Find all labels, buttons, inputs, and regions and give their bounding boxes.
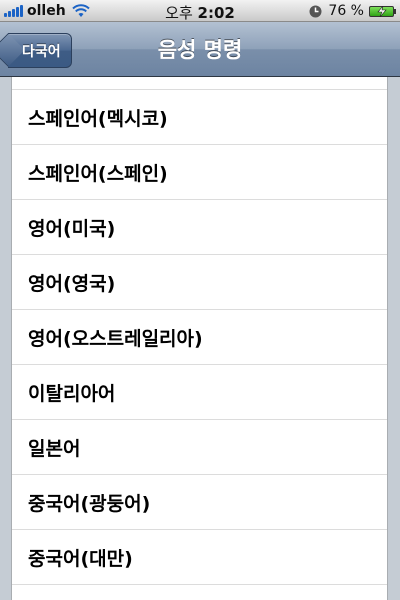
list-item[interactable]: 일본어 xyxy=(12,420,387,475)
status-right: 76 % xyxy=(309,3,396,19)
time-prefix: 오후 xyxy=(165,4,193,22)
list-item[interactable]: 영어(영국) xyxy=(12,255,387,310)
list-item[interactable]: 영어(오스트레일리아) xyxy=(12,310,387,365)
battery-percent: 76 % xyxy=(328,3,364,19)
clock-icon xyxy=(309,5,322,17)
status-bar: olleh 오후 2:02 76 % xyxy=(0,0,400,22)
list-item[interactable]: 스페인어(멕시코) xyxy=(12,90,387,145)
list-item[interactable]: 영어(미국) xyxy=(12,200,387,255)
time-value: 2:02 xyxy=(197,4,235,22)
list-item[interactable]: 스웨덴어 xyxy=(12,77,387,90)
language-list[interactable]: 스웨덴어스페인어(멕시코)스페인어(스페인)영어(미국)영어(영국)영어(오스트… xyxy=(11,77,388,600)
list-item[interactable]: 중국어(광둥어) xyxy=(12,475,387,530)
list-item[interactable]: 중국어(대만) xyxy=(12,530,387,585)
list-item[interactable]: 스페인어(스페인) xyxy=(12,145,387,200)
page-title: 음성 명령 xyxy=(157,38,243,62)
navigation-bar: 다국어 음성 명령 xyxy=(0,22,400,77)
language-list-items: 스웨덴어스페인어(멕시코)스페인어(스페인)영어(미국)영어(영국)영어(오스트… xyxy=(12,77,387,585)
list-item[interactable]: 이탈리아어 xyxy=(12,365,387,420)
battery-charging-icon xyxy=(369,5,396,17)
